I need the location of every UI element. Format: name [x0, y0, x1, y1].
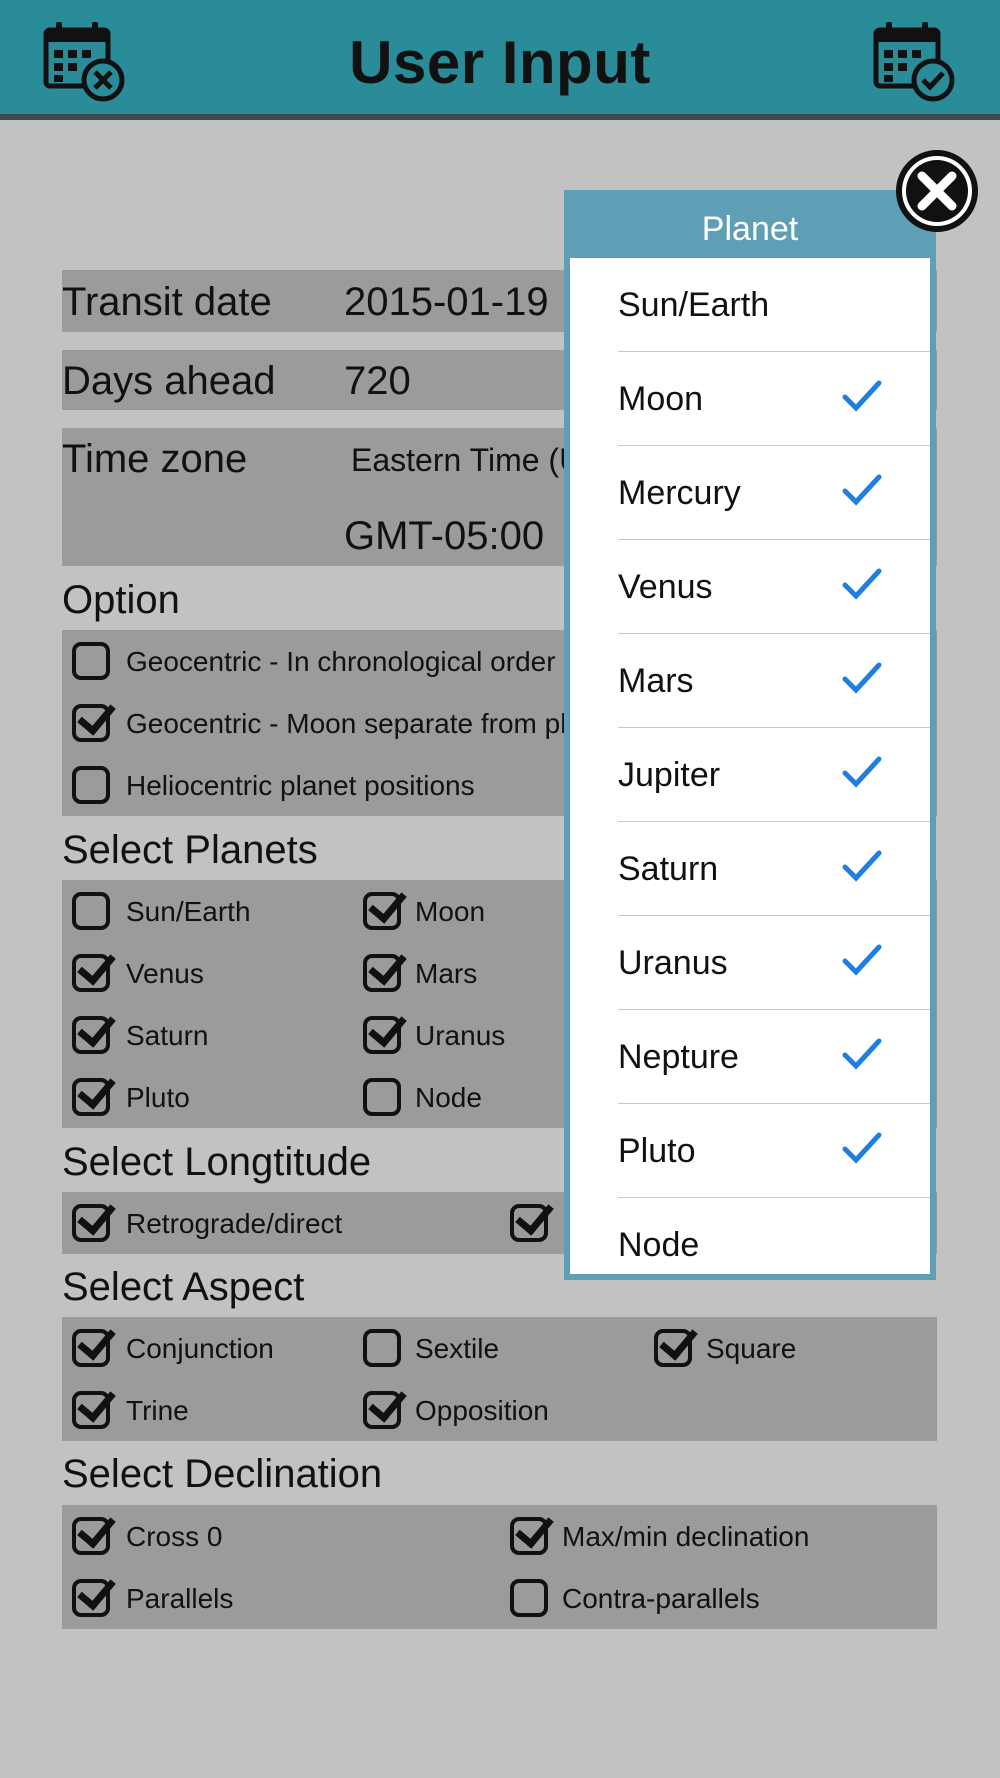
declination-max-min-label: Max/min declination: [562, 1521, 810, 1552]
planet-node-checkbox[interactable]: [363, 1078, 401, 1116]
declination-cross-zero-checkbox[interactable]: [72, 1517, 110, 1555]
checkmark-icon: [842, 568, 882, 600]
popup-item-label: Sun/Earth: [618, 286, 770, 324]
popup-item-jupiter[interactable]: Jupiter: [618, 728, 930, 822]
popup-item-label: Node: [618, 1226, 700, 1264]
aspect-opposition-label: Opposition: [415, 1395, 549, 1426]
popup-item-pluto[interactable]: Pluto: [618, 1104, 930, 1198]
aspect-square-label: Square: [706, 1333, 797, 1364]
popup-item-label: Jupiter: [618, 756, 721, 794]
popup-item-label: Mercury: [618, 474, 741, 512]
planet-venus-checkbox[interactable]: [72, 954, 110, 992]
option-heliocentric-checkbox[interactable]: [72, 766, 110, 804]
declination-contra-parallels-label: Contra-parallels: [562, 1583, 760, 1614]
popup-item-mercury[interactable]: Mercury: [618, 446, 930, 540]
calendar-confirm-icon[interactable]: [872, 18, 958, 104]
planet-sun-earth-checkbox[interactable]: [72, 892, 110, 930]
declination-group: Cross 0 Max/min declination Parallels Co…: [62, 1505, 937, 1629]
header-bar: User Input: [0, 0, 1000, 120]
time-zone-offset: GMT-05:00: [344, 514, 545, 558]
planet-saturn-label: Saturn: [126, 1020, 209, 1051]
planet-popup-title: Planet: [701, 210, 799, 248]
popup-item-saturn[interactable]: Saturn: [618, 822, 930, 916]
planet-moon-checkbox[interactable]: [363, 892, 401, 930]
option-moon-separate-label: Geocentric - Moon separate from plane: [126, 708, 614, 739]
planets-section-title: Select Planets: [62, 828, 318, 872]
popup-item-venus[interactable]: Venus: [618, 540, 930, 634]
popup-item-label: Mars: [618, 662, 694, 700]
time-zone-label: Time zone: [62, 437, 248, 481]
popup-item-neptune[interactable]: Nepture: [618, 1010, 930, 1104]
option-chronological-checkbox[interactable]: [72, 642, 110, 680]
popup-item-label: Pluto: [618, 1132, 696, 1170]
option-moon-separate-checkbox[interactable]: [72, 704, 110, 742]
popup-item-moon[interactable]: Moon: [618, 352, 930, 446]
transit-date-value[interactable]: 2015-01-19: [344, 280, 549, 325]
planet-mars-label: Mars: [415, 958, 478, 989]
checkmark-icon: [842, 850, 882, 882]
checkmark-icon: [842, 1038, 882, 1070]
checkmark-icon: [842, 662, 882, 694]
option-heliocentric-label: Heliocentric planet positions: [126, 770, 475, 801]
popup-item-mars[interactable]: Mars: [618, 634, 930, 728]
longitude-retrograde-checkbox[interactable]: [72, 1204, 110, 1242]
aspect-opposition-checkbox[interactable]: [363, 1391, 401, 1429]
checkmark-icon: [842, 380, 882, 412]
close-circle-icon[interactable]: [894, 148, 980, 234]
planet-saturn-checkbox[interactable]: [72, 1016, 110, 1054]
days-ahead-value[interactable]: 720: [344, 359, 411, 404]
declination-cross-zero-label: Cross 0: [126, 1521, 223, 1552]
longitude-retrograde-label: Retrograde/direct: [126, 1208, 343, 1239]
popup-item-sun-earth[interactable]: Sun/Earth: [618, 258, 930, 352]
option-chronological-label: Geocentric - In chronological order: [126, 646, 556, 677]
popup-item-label: Venus: [618, 568, 713, 606]
declination-section-title: Select Declination: [62, 1452, 383, 1496]
popup-item-label: Nepture: [618, 1038, 739, 1076]
transit-date-label: Transit date: [62, 280, 272, 324]
aspect-conjunction-checkbox[interactable]: [72, 1329, 110, 1367]
planet-popup: Planet Sun/Earth Moon Mercury Venus Mars…: [564, 190, 936, 1280]
checkmark-icon: [842, 474, 882, 506]
planet-uranus-label: Uranus: [415, 1020, 506, 1051]
longitude-second-checkbox[interactable]: [510, 1204, 548, 1242]
aspect-conjunction-label: Conjunction: [126, 1333, 274, 1364]
declination-contra-parallels-checkbox[interactable]: [510, 1579, 548, 1617]
aspect-square-checkbox[interactable]: [654, 1329, 692, 1367]
planet-uranus-checkbox[interactable]: [363, 1016, 401, 1054]
aspect-group: Conjunction Sextile Square Trine Opposit…: [62, 1317, 937, 1441]
planet-mars-checkbox[interactable]: [363, 954, 401, 992]
declination-parallels-label: Parallels: [126, 1583, 234, 1614]
checkmark-icon: [842, 756, 882, 788]
popup-item-uranus[interactable]: Uranus: [618, 916, 930, 1010]
aspect-sextile-label: Sextile: [415, 1333, 500, 1364]
aspect-section-title: Select Aspect: [62, 1265, 305, 1309]
planet-moon-label: Moon: [415, 896, 486, 927]
planet-node-label: Node: [415, 1082, 482, 1113]
checkmark-icon: [842, 944, 882, 976]
checkmark-icon: [842, 1132, 882, 1164]
popup-item-label: Saturn: [618, 850, 719, 888]
page-title: User Input: [349, 29, 651, 96]
planet-pluto-checkbox[interactable]: [72, 1078, 110, 1116]
longitude-section-title: Select Longtitude: [62, 1140, 372, 1184]
days-ahead-label: Days ahead: [62, 359, 276, 403]
popup-item-label: Moon: [618, 380, 704, 418]
planet-sun-earth-label: Sun/Earth: [126, 896, 251, 927]
aspect-sextile-checkbox[interactable]: [363, 1329, 401, 1367]
popup-item-node[interactable]: Node: [618, 1198, 930, 1274]
aspect-trine-checkbox[interactable]: [72, 1391, 110, 1429]
declination-parallels-checkbox[interactable]: [72, 1579, 110, 1617]
popup-item-label: Uranus: [618, 944, 728, 982]
aspect-trine-label: Trine: [126, 1395, 189, 1426]
planet-popup-list[interactable]: Sun/Earth Moon Mercury Venus Mars Jupite…: [570, 258, 930, 1274]
option-section-title: Option: [62, 578, 180, 622]
planet-pluto-label: Pluto: [126, 1082, 190, 1113]
declination-max-min-checkbox[interactable]: [510, 1517, 548, 1555]
planet-venus-label: Venus: [126, 958, 204, 989]
